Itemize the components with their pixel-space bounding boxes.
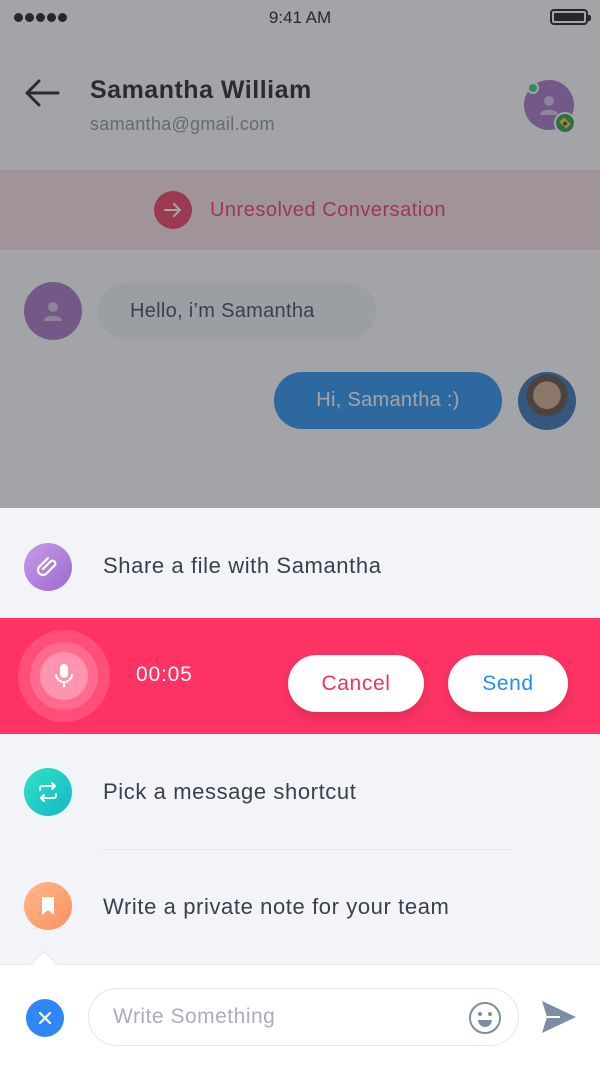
message-input[interactable] xyxy=(113,989,453,1045)
close-icon xyxy=(38,1011,52,1025)
message-shortcut-option[interactable]: Pick a message shortcut xyxy=(0,734,600,850)
paperclip-icon xyxy=(24,543,72,591)
message-shortcut-label: Pick a message shortcut xyxy=(103,779,357,804)
voice-recording-bar: 00:05 Cancel Send xyxy=(0,618,600,734)
microphone-icon xyxy=(55,664,73,687)
smiley-icon[interactable] xyxy=(468,1001,502,1035)
modal-overlay[interactable] xyxy=(0,0,600,508)
send-recording-button[interactable]: Send xyxy=(448,655,568,712)
private-note-option[interactable]: Write a private note for your team xyxy=(0,850,600,964)
message-composer xyxy=(0,950,600,1068)
action-sheet: Share a file with Samantha 00:05 Cancel … xyxy=(0,508,600,964)
cancel-recording-button[interactable]: Cancel xyxy=(288,655,424,712)
share-file-label: Share a file with Samantha xyxy=(103,553,382,578)
microphone-button[interactable] xyxy=(18,630,110,722)
send-icon[interactable] xyxy=(540,999,578,1035)
private-note-label: Write a private note for your team xyxy=(103,894,450,919)
recording-timer: 00:05 xyxy=(136,663,193,686)
repeat-icon xyxy=(24,768,72,816)
bookmark-icon xyxy=(24,882,72,930)
share-file-option[interactable]: Share a file with Samantha xyxy=(0,508,600,618)
close-sheet-button[interactable] xyxy=(26,999,64,1037)
message-input-container xyxy=(88,988,519,1046)
